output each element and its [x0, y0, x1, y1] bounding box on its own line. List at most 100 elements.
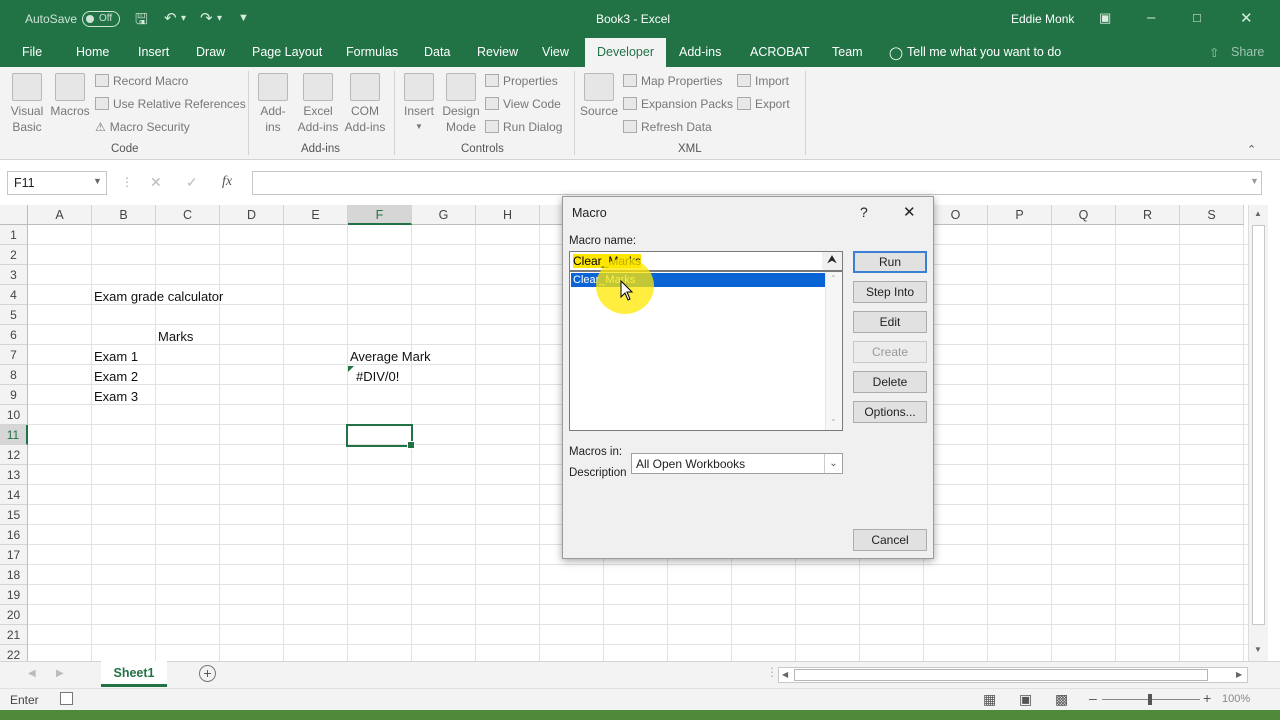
page-layout-view-icon[interactable]: ▣ — [1019, 691, 1032, 708]
cell-F7[interactable]: Average Mark — [350, 349, 431, 364]
row-header-13[interactable]: 13 — [0, 465, 28, 485]
cell-B4[interactable]: Exam grade calculator — [94, 289, 223, 304]
row-header-4[interactable]: 4 — [0, 285, 28, 305]
column-header-D[interactable]: D — [220, 205, 284, 225]
column-header-G[interactable]: G — [412, 205, 476, 225]
expansion-packs-button[interactable]: Expansion Packs — [623, 97, 733, 111]
row-header-15[interactable]: 15 — [0, 505, 28, 525]
macros-in-select[interactable]: All Open Workbooks — [631, 453, 843, 474]
tab-team[interactable]: Team — [832, 45, 863, 59]
minimize-icon[interactable]: – — [1147, 9, 1155, 26]
scroll-right-icon[interactable]: ▶ — [1236, 670, 1242, 679]
vertical-scroll-thumb[interactable] — [1252, 225, 1265, 625]
save-icon[interactable]: 🖫 — [135, 9, 148, 34]
tab-view[interactable]: View — [542, 45, 569, 59]
com-add-ins-button[interactable]: COM Add-ins — [342, 73, 388, 135]
scroll-up-icon[interactable]: ▲ — [1254, 209, 1262, 218]
row-header-8[interactable]: 8 — [0, 365, 28, 385]
column-header-A[interactable]: A — [28, 205, 92, 225]
sheet-next-icon[interactable]: ▶ — [56, 668, 64, 679]
tab-insert[interactable]: Insert — [138, 45, 169, 59]
close-window-icon[interactable]: ✕ — [1240, 9, 1253, 27]
run-dialog-button[interactable]: Run Dialog — [485, 120, 562, 134]
selected-cell-F11[interactable] — [346, 424, 415, 449]
name-box[interactable]: F11 — [7, 171, 107, 195]
export-button[interactable]: Export — [737, 97, 790, 111]
row-header-16[interactable]: 16 — [0, 525, 28, 545]
column-header-S[interactable]: S — [1180, 205, 1244, 225]
row-header-5[interactable]: 5 — [0, 305, 28, 325]
run-button[interactable]: Run — [853, 251, 927, 273]
row-header-7[interactable]: 7 — [0, 345, 28, 365]
tab-page-layout[interactable]: Page Layout — [252, 45, 322, 59]
tab-file[interactable]: File — [22, 45, 42, 59]
row-header-22[interactable]: 22 — [0, 645, 28, 661]
cancel-button[interactable]: Cancel — [853, 529, 927, 551]
zoom-out-icon[interactable]: – — [1089, 690, 1097, 706]
tell-me-search[interactable]: Tell me what you want to do — [907, 45, 1061, 59]
map-properties-button[interactable]: Map Properties — [623, 74, 722, 88]
column-header-H[interactable]: H — [476, 205, 540, 225]
scroll-down-icon[interactable]: ▼ — [1254, 645, 1262, 654]
add-ins-button[interactable]: Add- ins — [254, 73, 292, 135]
scroll-up-icon[interactable]: ⌃ — [830, 274, 837, 283]
select-all-corner[interactable] — [0, 205, 28, 225]
undo-dropdown-icon[interactable]: ▾ — [181, 13, 186, 24]
tab-developer[interactable]: Developer — [585, 38, 666, 67]
collapse-dialog-icon[interactable]: ⮝ — [822, 252, 842, 270]
insert-function-icon[interactable]: fx — [222, 174, 232, 190]
close-icon[interactable]: ✕ — [903, 203, 916, 221]
design-mode-button[interactable]: Design Mode — [441, 73, 481, 135]
zoom-slider-thumb[interactable] — [1148, 694, 1152, 705]
ribbon-display-options-icon[interactable]: ▣ — [1099, 10, 1111, 26]
vertical-scrollbar[interactable]: ▲ ▼ — [1248, 205, 1268, 661]
zoom-in-icon[interactable]: + — [1203, 690, 1211, 706]
view-code-button[interactable]: View Code — [485, 97, 561, 111]
page-break-view-icon[interactable]: ▩ — [1055, 691, 1068, 708]
column-header-C[interactable]: C — [156, 205, 220, 225]
step-into-button[interactable]: Step Into — [853, 281, 927, 303]
autosave-toggle[interactable]: Off — [82, 11, 120, 27]
name-box-dropdown-icon[interactable]: ▼ — [93, 176, 102, 186]
row-header-12[interactable]: 12 — [0, 445, 28, 465]
column-header-F[interactable]: F — [348, 205, 412, 225]
cell-B9[interactable]: Exam 3 — [94, 389, 138, 404]
source-button[interactable]: Source — [578, 73, 620, 119]
row-header-11[interactable]: 11 — [0, 425, 28, 445]
row-header-9[interactable]: 9 — [0, 385, 28, 405]
row-header-14[interactable]: 14 — [0, 485, 28, 505]
cell-B7[interactable]: Exam 1 — [94, 349, 138, 364]
cell-F8[interactable]: #DIV/0! — [356, 369, 399, 384]
help-icon[interactable]: ? — [860, 204, 868, 220]
redo-dropdown-icon[interactable]: ▾ — [217, 13, 222, 24]
row-header-6[interactable]: 6 — [0, 325, 28, 345]
row-header-17[interactable]: 17 — [0, 545, 28, 565]
macro-list-scrollbar[interactable]: ⌃ ⌄ — [825, 272, 842, 430]
record-macro-button[interactable]: Record Macro — [95, 74, 188, 88]
cell-C6[interactable]: Marks — [158, 329, 193, 344]
column-header-R[interactable]: R — [1116, 205, 1180, 225]
customize-toolbar-icon[interactable]: ▼ — [238, 12, 249, 24]
error-indicator-icon[interactable] — [348, 366, 354, 372]
properties-button[interactable]: Properties — [485, 74, 558, 88]
macro-recording-icon[interactable] — [60, 692, 73, 705]
confirm-entry-icon[interactable]: ✓ — [186, 174, 198, 191]
scroll-left-icon[interactable]: ◀ — [782, 670, 788, 679]
create-button[interactable]: Create — [853, 341, 927, 363]
row-header-21[interactable]: 21 — [0, 625, 28, 645]
tab-review[interactable]: Review — [477, 45, 518, 59]
insert-control-button[interactable]: Insert ▼ — [400, 73, 438, 135]
tab-home[interactable]: Home — [76, 45, 109, 59]
collapse-ribbon-icon[interactable]: ⌃ — [1247, 143, 1256, 156]
sheet-prev-icon[interactable]: ◀ — [28, 668, 36, 679]
column-header-P[interactable]: P — [988, 205, 1052, 225]
row-header-19[interactable]: 19 — [0, 585, 28, 605]
row-header-2[interactable]: 2 — [0, 245, 28, 265]
edit-button[interactable]: Edit — [853, 311, 927, 333]
maximize-icon[interactable]: □ — [1193, 10, 1201, 25]
tab-draw[interactable]: Draw — [196, 45, 225, 59]
share-icon[interactable]: ⇧ — [1209, 45, 1219, 60]
options-button[interactable]: Options... — [853, 401, 927, 423]
tab-formulas[interactable]: Formulas — [346, 45, 398, 59]
expand-formula-bar-icon[interactable]: ▼ — [1250, 176, 1259, 186]
